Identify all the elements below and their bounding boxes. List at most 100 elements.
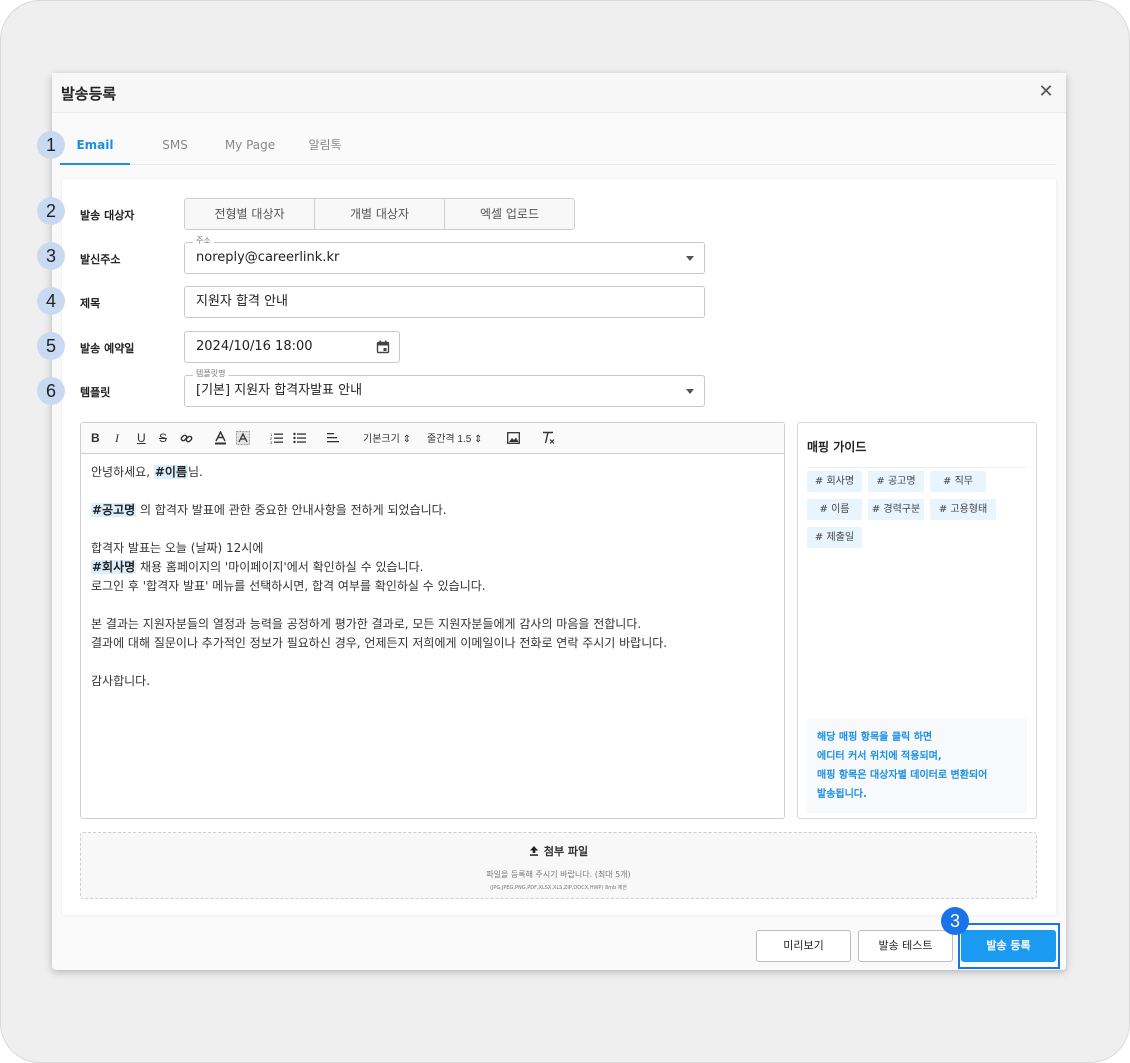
tab-email[interactable]: Email [60, 129, 130, 165]
font-color-icon[interactable] [214, 431, 227, 445]
sender-legend: 주소 [193, 235, 214, 247]
mapping-tag-posting: #공고명 [91, 503, 137, 517]
editor-toolbar: B I U S 1 2 3 기본크기 ⇕ 줄간격 1.5 ⇕ [81, 423, 784, 454]
attachment-title: 첨부 파일 [81, 843, 1036, 859]
editor-line: #회사명 채용 홈페이지의 '마이페이지'에서 확인하실 수 있습니다. [91, 558, 771, 577]
schedule-datetime-input[interactable]: 2024/10/16 18:00 [184, 331, 400, 363]
target-excel-upload-button[interactable]: 엑셀 업로드 [444, 198, 575, 230]
strikethrough-icon[interactable]: S [159, 430, 167, 446]
sender-address-value: noreply@careerlink.kr [196, 250, 340, 265]
editor-text: 안녕하세요, [91, 465, 151, 479]
submit-highlight-box [958, 923, 1060, 969]
line-height-select[interactable]: 줄간격 1.5 ⇕ [427, 432, 482, 448]
italic-icon[interactable]: I [115, 430, 119, 446]
mapping-chip-name[interactable]: # 이름 [807, 499, 862, 520]
calendar-icon[interactable] [376, 340, 390, 354]
mapping-guide-title: 매핑 가이드 [807, 438, 1027, 468]
step-marker-1: 1 [37, 131, 65, 159]
guide-note-line: 발송됩니다. [817, 789, 867, 800]
sender-label: 발신주소 [80, 253, 121, 266]
attachment-allowed-types: (JPG,JPEG,PNG,PDF,XLSX,XLS,ZIP,DOCX,HWP)… [489, 885, 627, 891]
close-icon[interactable]: ✕ [1036, 82, 1056, 102]
editor-content[interactable]: 안녕하세요, #이름님. #공고명 의 합격자 발표에 관한 중요한 안내사항을… [91, 463, 771, 691]
editor-blank-line [91, 482, 771, 501]
bullet-list-icon[interactable] [293, 432, 306, 444]
step-marker-submit: 3 [941, 907, 969, 935]
editor-blank-line [91, 520, 771, 539]
mapping-chip-company[interactable]: # 회사명 [807, 471, 862, 492]
sender-address-select[interactable]: 주소 noreply@careerlink.kr [184, 235, 705, 274]
subject-label: 제목 [80, 297, 101, 310]
guide-note-line: 매핑 항목은 대상자별 데이터로 변환되어 [817, 770, 988, 781]
ordered-list-icon[interactable]: 1 2 3 [270, 432, 283, 444]
chevron-down-icon [686, 389, 694, 394]
target-by-stage-button[interactable]: 전형별 대상자 [184, 198, 315, 230]
channel-tabs: Email SMS My Page 알림톡 [60, 129, 1056, 165]
tab-sms[interactable]: SMS [140, 129, 210, 165]
target-label: 발송 대상자 [80, 209, 135, 222]
editor-line: #공고명 의 합격자 발표에 관한 중요한 안내사항을 전하게 되었습니다. [91, 501, 771, 520]
mapping-chip-job[interactable]: # 직무 [930, 471, 986, 492]
step-marker-6: 6 [37, 377, 65, 405]
svg-text:3: 3 [270, 440, 273, 444]
attachment-dropzone[interactable]: 첨부 파일 파일을 등록해 주시기 바랍니다. (최대 5개) (JPG,JPE… [80, 832, 1037, 899]
step-marker-5: 5 [37, 332, 65, 360]
mapping-chip-career[interactable]: # 경력구분 [868, 499, 924, 520]
font-size-value: 기본크기 [363, 434, 400, 445]
tab-alimtalk[interactable]: 알림톡 [290, 129, 360, 165]
clear-format-icon[interactable] [542, 431, 555, 445]
send-test-button[interactable]: 발송 테스트 [858, 930, 953, 962]
email-form-panel: 발송 대상자 전형별 대상자 개별 대상자 엑셀 업로드 발신주소 주소 nor… [62, 179, 1056, 915]
underline-icon[interactable]: U [137, 430, 146, 446]
target-individual-button[interactable]: 개별 대상자 [314, 198, 445, 230]
template-legend: 템플릿명 [193, 368, 229, 380]
mapping-chip-posting[interactable]: # 공고명 [868, 471, 924, 492]
schedule-value: 2024/10/16 18:00 [196, 339, 313, 354]
subject-value: 지원자 합격 안내 [196, 294, 288, 309]
editor-text: 님. [187, 465, 203, 479]
step-marker-4: 4 [37, 287, 65, 315]
mapping-guide-note: 해당 매핑 항목을 클릭 하면 에디터 커서 위치에 적용되며, 매핑 항목은 … [807, 719, 1027, 813]
email-body-editor[interactable]: B I U S 1 2 3 기본크기 ⇕ 줄간격 1.5 ⇕ 안녕하세요, #이… [80, 422, 785, 819]
target-segmented-control: 전형별 대상자 개별 대상자 엑셀 업로드 [184, 198, 575, 230]
editor-line: 감사합니다. [91, 674, 151, 688]
guide-note-line: 에디터 커서 위치에 적용되며, [817, 751, 942, 762]
chevron-down-icon [686, 256, 694, 261]
tab-my-page[interactable]: My Page [210, 129, 290, 165]
subject-input[interactable]: 지원자 합격 안내 [184, 286, 705, 318]
highlight-color-icon[interactable] [236, 431, 250, 445]
dialog-header: 발송등록 ✕ [52, 73, 1066, 113]
mapping-tag-name: #이름 [153, 465, 188, 479]
editor-line: 안녕하세요, #이름님. [91, 463, 771, 482]
image-icon[interactable] [507, 432, 520, 444]
dialog-title: 발송등록 [61, 85, 117, 103]
mapping-tag-company: #회사명 [91, 560, 137, 574]
mapping-guide-panel: 매핑 가이드 # 회사명 # 공고명 # 직무 # 이름 # 경력구분 # 고용… [797, 422, 1037, 819]
schedule-label: 발송 예약일 [80, 342, 135, 355]
editor-line: 본 결과는 지원자분들의 열정과 능력을 공정하게 평가한 결과로, 모든 지원… [91, 617, 642, 631]
editor-text: 채용 홈페이지의 '마이페이지'에서 확인하실 수 있습니다. [140, 560, 424, 574]
preview-button[interactable]: 미리보기 [756, 930, 851, 962]
template-label: 템플릿 [80, 386, 111, 399]
mapping-chip-submit-date[interactable]: # 제출일 [807, 527, 862, 548]
align-left-icon[interactable] [327, 432, 339, 444]
editor-line: 로그인 후 '합격자 발표' 메뉴를 선택하시면, 합격 여부를 확인하실 수 … [91, 579, 486, 593]
attachment-description: 파일을 등록해 주시기 바랍니다. (최대 5개) [486, 870, 631, 879]
template-value: [기본] 지원자 합격자발표 안내 [196, 383, 363, 398]
template-select[interactable]: 템플릿명 [기본] 지원자 합격자발표 안내 [184, 368, 705, 407]
attachment-title-text: 첨부 파일 [543, 845, 589, 858]
link-icon[interactable] [180, 432, 193, 445]
guide-note-line: 해당 매핑 항목을 클릭 하면 [817, 732, 933, 743]
editor-blank-line [91, 596, 771, 615]
mapping-chip-employment[interactable]: # 고용형태 [930, 499, 996, 520]
editor-line: 결과에 대해 질문이나 추가적인 정보가 필요하신 경우, 언제든지 저희에게 … [91, 636, 668, 650]
editor-blank-line [91, 653, 771, 672]
upload-icon [529, 846, 538, 856]
bold-icon[interactable]: B [91, 430, 100, 446]
step-marker-2: 2 [37, 197, 65, 225]
editor-line: 합격자 발표는 오늘 (날짜) 12시에 [91, 541, 264, 555]
line-height-value: 줄간격 1.5 [427, 434, 472, 445]
font-size-select[interactable]: 기본크기 ⇕ [363, 432, 411, 448]
step-marker-3: 3 [37, 242, 65, 270]
editor-text: 의 합격자 발표에 관한 중요한 안내사항을 전하게 되었습니다. [140, 503, 447, 517]
